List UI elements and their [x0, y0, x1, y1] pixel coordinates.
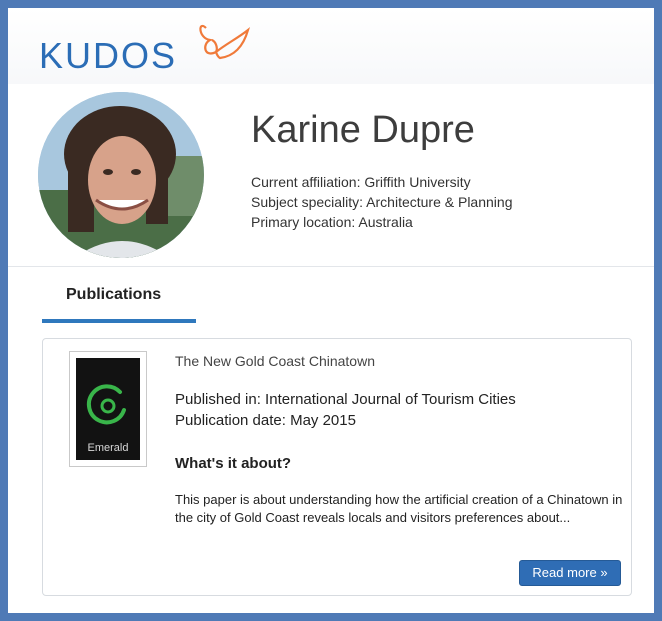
profile-name: Karine Dupre: [251, 109, 475, 151]
tab-publications[interactable]: Publications: [42, 267, 196, 323]
speciality-text: Subject speciality: Architecture & Plann…: [251, 194, 513, 210]
kudos-logo-text[interactable]: KUDOS: [39, 36, 177, 76]
tabs-bar: Publications: [8, 266, 654, 323]
about-heading: What's it about?: [175, 455, 292, 472]
read-more-button[interactable]: Read more »: [519, 560, 621, 586]
top-header: KUDOS: [8, 8, 654, 85]
profile-section: Karine Dupre Current affiliation: Griffi…: [8, 84, 654, 274]
about-text: This paper is about understanding how th…: [175, 492, 623, 525]
location-text: Primary location: Australia: [251, 214, 413, 230]
affiliation-text: Current affiliation: Griffith University: [251, 174, 471, 190]
avatar: [38, 92, 204, 258]
publication-date-text: Publication date: May 2015: [175, 412, 356, 429]
cover-label: Emerald: [87, 442, 129, 454]
emerald-cover-art: Emerald: [76, 358, 140, 460]
publication-meta: Published in: International Journal of T…: [175, 389, 516, 431]
publication-card: Emerald The New Gold Coast Chinatown Pub…: [42, 338, 632, 596]
butterfly-logo-icon: [199, 25, 251, 60]
kudos-profile-window: KUDOS Karine Dupre Current affiliation: …: [0, 0, 662, 621]
journal-cover[interactable]: Emerald: [69, 351, 147, 467]
published-in-text: Published in: International Journal of T…: [175, 391, 516, 408]
avatar-photo-icon: [38, 92, 204, 258]
profile-details: Current affiliation: Griffith University…: [251, 172, 512, 232]
publication-title[interactable]: The New Gold Coast Chinatown: [175, 353, 375, 369]
